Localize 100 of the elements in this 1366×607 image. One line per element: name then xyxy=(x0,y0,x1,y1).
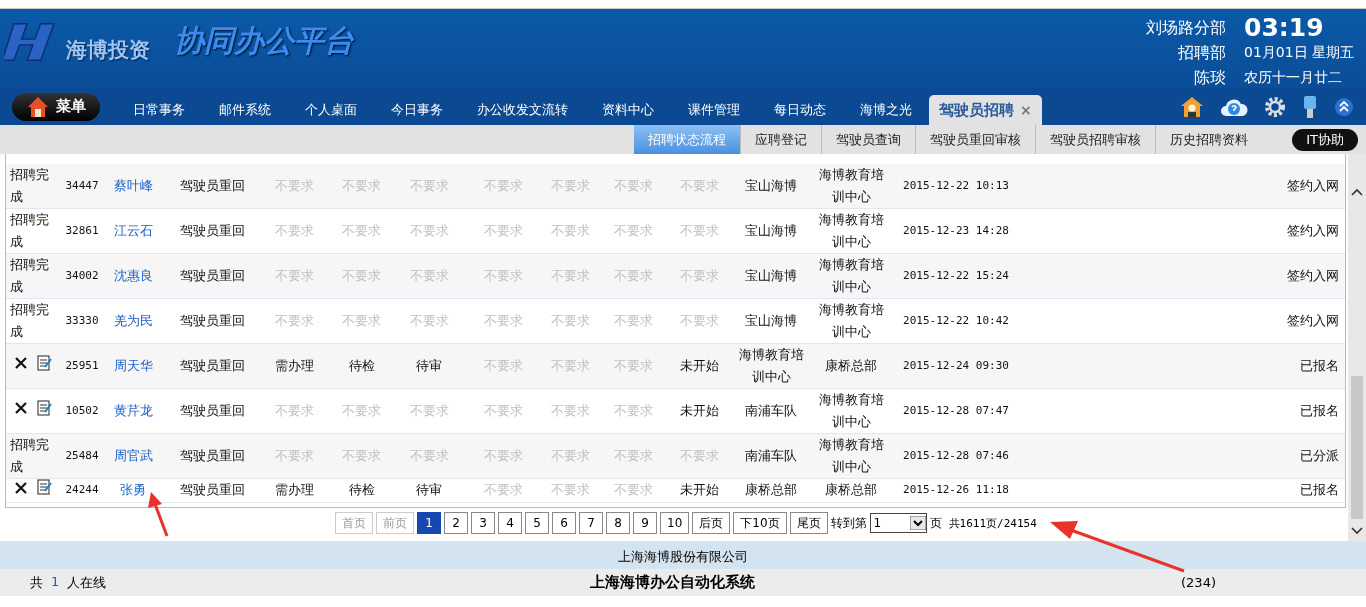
sub-tab[interactable]: 驾驶员重回审核 xyxy=(916,125,1037,154)
edit-document-icon[interactable] xyxy=(36,479,52,496)
delete-icon[interactable] xyxy=(14,356,28,371)
page-button[interactable]: 下10页 xyxy=(733,512,787,534)
branch-label: 刘场路分部 xyxy=(1146,17,1226,39)
table-cell: 海博教育培训中心 xyxy=(818,437,884,474)
date-cell: 2015-12-23 14:28 xyxy=(903,224,1009,237)
nav-tab[interactable]: 个人桌面 xyxy=(288,95,374,125)
page-button[interactable]: 3 xyxy=(471,512,495,534)
page-button[interactable]: 6 xyxy=(552,512,576,534)
nav-tab[interactable]: 今日事务 xyxy=(374,95,460,125)
page-button[interactable]: 1 xyxy=(417,512,441,534)
table-cell: 驾驶员重回 xyxy=(179,403,245,418)
status-text: 招聘完成 xyxy=(10,167,49,204)
system-name: 上海海博办公自动化系统 xyxy=(590,573,755,592)
house-person-icon[interactable] xyxy=(1180,94,1204,119)
page-button[interactable]: 7 xyxy=(579,512,603,534)
collapse-icon[interactable] xyxy=(1334,96,1354,117)
table-cell: 待检 xyxy=(348,358,375,373)
page-button[interactable]: 10 xyxy=(660,512,690,534)
record-id: 25951 xyxy=(65,359,99,372)
sub-tab[interactable]: 应聘登记 xyxy=(741,125,823,154)
page-button[interactable]: 9 xyxy=(633,512,657,534)
driver-name-link[interactable]: 黄芹龙 xyxy=(113,403,153,418)
table-cell: 康桥总部 xyxy=(825,358,877,373)
driver-name-link[interactable]: 周天华 xyxy=(113,358,153,373)
date-cell: 2015-12-24 09:30 xyxy=(903,359,1009,372)
table-cell: 不要求 xyxy=(342,223,381,238)
result-cell: 已报名 xyxy=(1300,358,1339,373)
driver-name-link[interactable]: 张勇 xyxy=(120,482,146,498)
page-button[interactable]: 4 xyxy=(498,512,522,534)
nav-tab[interactable]: 日常事务 xyxy=(116,95,202,125)
table-cell: 不要求 xyxy=(342,313,381,328)
page-button[interactable]: 8 xyxy=(606,512,630,534)
nav-tab[interactable]: 海博之光 xyxy=(843,95,929,125)
page-button[interactable]: 5 xyxy=(525,512,549,534)
table-cell: 不要求 xyxy=(342,403,381,418)
driver-name-link[interactable]: 沈惠良 xyxy=(113,268,153,283)
page-select[interactable]: 1 xyxy=(869,513,927,533)
table-cell: 不要求 xyxy=(680,223,719,238)
table-cell: 未开始 xyxy=(680,482,719,498)
delete-icon[interactable] xyxy=(14,401,28,416)
table-cell: 宝山海博 xyxy=(745,223,797,238)
table-cell: 海博教育培训中心 xyxy=(738,347,804,384)
result-cell: 签约入网 xyxy=(1287,313,1339,328)
record-id: 33330 xyxy=(65,314,99,327)
settings-icon[interactable] xyxy=(1264,95,1286,118)
dropdown-icon xyxy=(909,516,926,530)
table-cell: 不要求 xyxy=(551,482,590,498)
driver-name-link[interactable]: 蔡叶峰 xyxy=(113,178,153,193)
page-button[interactable]: 尾页 xyxy=(789,512,828,534)
nav-tab[interactable]: 驾驶员招聘 × xyxy=(929,95,1042,125)
scroll-down-icon[interactable] xyxy=(1351,527,1363,535)
table-cell: 不要求 xyxy=(483,482,523,498)
company-name: 上海海博股份有限公司 xyxy=(618,549,748,564)
table-cell: 驾驶员重回 xyxy=(179,268,245,283)
driver-name-link[interactable]: 羌为民 xyxy=(113,313,153,328)
menu-button[interactable]: 菜单 xyxy=(12,92,100,121)
driver-name-link[interactable]: 周官武 xyxy=(113,448,153,463)
delete-icon[interactable] xyxy=(14,480,28,495)
department-label: 招聘部 xyxy=(1177,42,1226,64)
table-cell: 需办理 xyxy=(275,358,314,373)
platform-title: 协同办公平台 xyxy=(174,22,354,60)
table-cell: 不要求 xyxy=(409,313,449,328)
page-unit: 页 xyxy=(929,514,942,532)
annotation-arrow xyxy=(148,492,169,537)
table-cell: 不要求 xyxy=(613,223,653,238)
table-cell: 不要求 xyxy=(275,313,314,328)
result-cell: 签约入网 xyxy=(1287,178,1339,193)
page-button[interactable]: 2 xyxy=(444,512,468,534)
nav-tab[interactable]: 办公收发文流转 xyxy=(460,95,585,125)
nav-tab[interactable]: 邮件系统 xyxy=(202,95,288,125)
usb-key-icon[interactable] xyxy=(1302,94,1318,119)
edit-document-icon[interactable] xyxy=(36,354,52,372)
page-button[interactable]: 后页 xyxy=(692,512,731,534)
status-text: 招聘完成 xyxy=(10,437,49,474)
nav-tab[interactable]: 每日动态 xyxy=(757,95,843,125)
it-help-button[interactable]: IT协助 xyxy=(1292,128,1358,151)
status-text: 招聘完成 xyxy=(10,302,49,339)
company-logo-text: 海博投资 xyxy=(66,36,150,64)
scroll-up-icon[interactable] xyxy=(1351,188,1363,196)
edit-document-icon[interactable] xyxy=(36,399,52,417)
scrollbar[interactable] xyxy=(1348,154,1366,541)
sub-tab[interactable]: 历史招聘资料 xyxy=(1156,125,1263,154)
clock-time: 03:19 xyxy=(1244,15,1325,40)
record-id: 10502 xyxy=(65,404,99,417)
scroll-thumb[interactable] xyxy=(1351,376,1363,519)
table-cell: 不要求 xyxy=(551,403,590,418)
sub-tab[interactable]: 驾驶员招聘审核 xyxy=(1036,125,1157,154)
status-text: 招聘完成 xyxy=(10,212,49,249)
table-cell: 不要求 xyxy=(613,403,653,418)
page-total: 共1611页/24154 xyxy=(948,515,1037,531)
table-cell: 康桥总部 xyxy=(825,482,877,498)
close-icon[interactable]: × xyxy=(1020,101,1032,118)
nav-tab[interactable]: 课件管理 xyxy=(671,95,757,125)
nav-tab[interactable]: 资料中心 xyxy=(585,95,671,125)
sub-tab[interactable]: 驾驶员查询 xyxy=(822,125,917,154)
table-cell: 不要求 xyxy=(551,313,590,328)
result-cell: 签约入网 xyxy=(1287,268,1339,283)
driver-name-link[interactable]: 江云石 xyxy=(113,223,153,238)
